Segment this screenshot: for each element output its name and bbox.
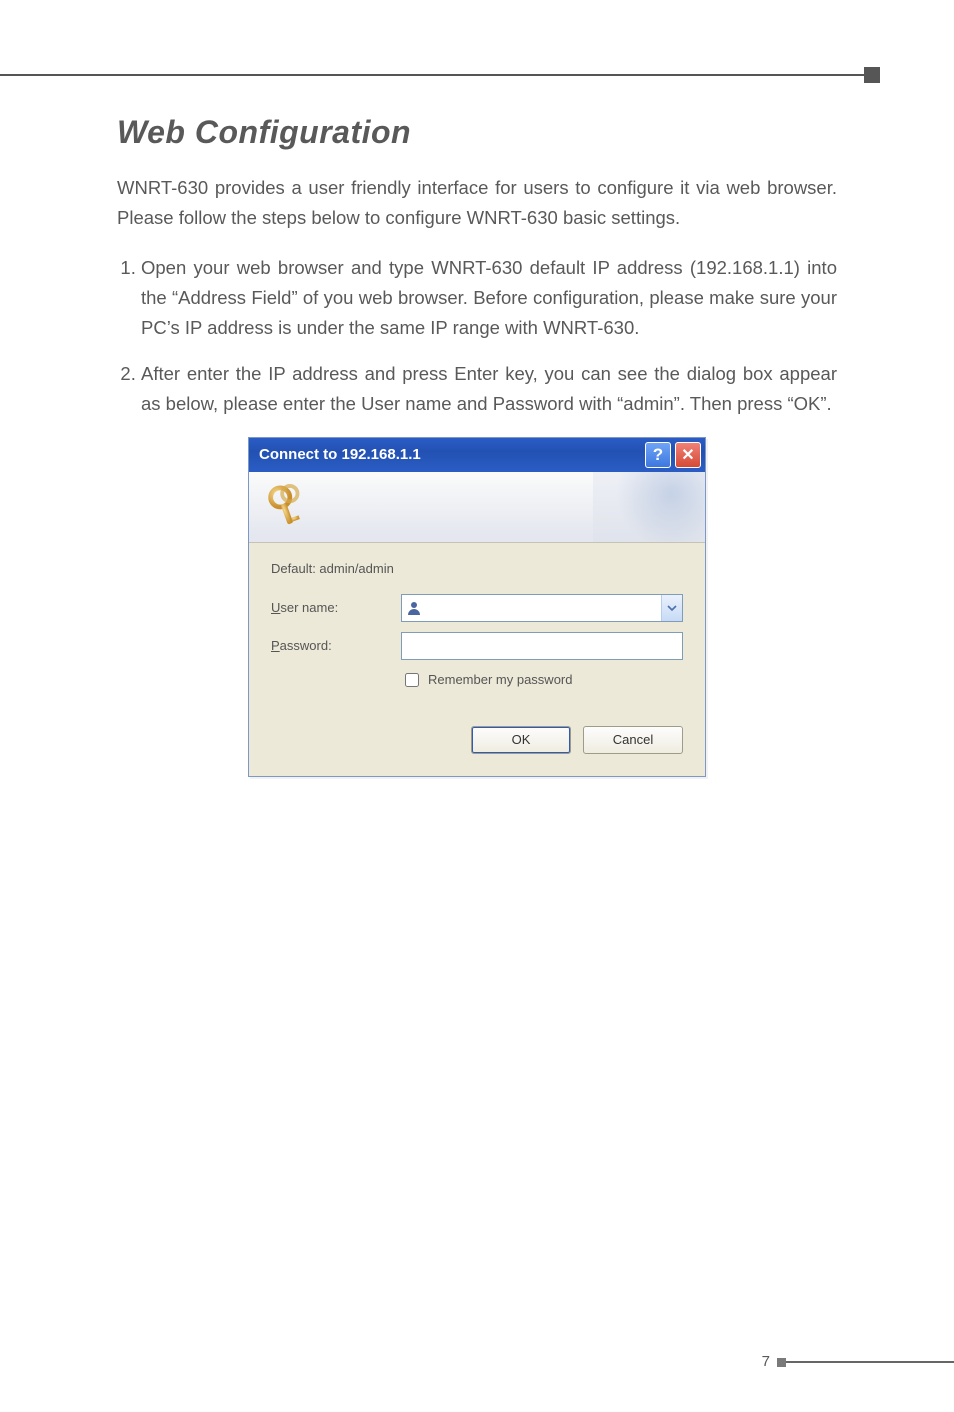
ok-button[interactable]: OK: [471, 726, 571, 754]
username-row: User name:: [271, 594, 683, 622]
remember-checkbox[interactable]: [405, 673, 419, 687]
dialog-banner: [249, 472, 705, 543]
help-icon[interactable]: ?: [645, 442, 671, 468]
steps-list: Open your web browser and type WNRT-630 …: [117, 253, 837, 419]
user-icon: [402, 595, 426, 621]
remember-label: Remember my password: [428, 672, 573, 687]
footer-mark: [777, 1358, 786, 1367]
realm-text: Default: admin/admin: [271, 561, 683, 576]
step-item: After enter the IP address and press Ent…: [141, 359, 837, 419]
dialog-body: Default: admin/admin User name:: [249, 543, 705, 776]
auth-dialog: Connect to 192.168.1.1 ? ✕: [248, 437, 706, 777]
password-row: Password:: [271, 632, 683, 660]
banner-decor: [593, 472, 705, 542]
dialog-buttons: OK Cancel: [271, 726, 683, 754]
password-label: Password:: [271, 638, 401, 653]
remember-row: Remember my password: [401, 670, 683, 690]
intro-paragraph: WNRT-630 provides a user friendly interf…: [117, 173, 837, 233]
top-rule: [0, 74, 864, 76]
dialog-title: Connect to 192.168.1.1: [259, 446, 421, 463]
top-registration-mark: [864, 67, 880, 83]
username-field[interactable]: [426, 595, 661, 621]
keys-icon: [263, 484, 309, 530]
step-item: Open your web browser and type WNRT-630 …: [141, 253, 837, 343]
chevron-down-icon[interactable]: [661, 595, 682, 621]
dialog-titlebar: Connect to 192.168.1.1 ? ✕: [249, 438, 705, 472]
content-area: Web Configuration WNRT-630 provides a us…: [117, 114, 837, 777]
cancel-button[interactable]: Cancel: [583, 726, 683, 754]
footer-rule: [786, 1361, 954, 1363]
page-title: Web Configuration: [117, 114, 837, 151]
page-number: 7: [762, 1353, 770, 1370]
close-icon[interactable]: ✕: [675, 442, 701, 468]
dialog-figure: Connect to 192.168.1.1 ? ✕: [117, 437, 837, 777]
username-label: User name:: [271, 600, 401, 615]
password-input[interactable]: [401, 632, 683, 660]
username-input[interactable]: [401, 594, 683, 622]
password-field[interactable]: [402, 633, 682, 659]
